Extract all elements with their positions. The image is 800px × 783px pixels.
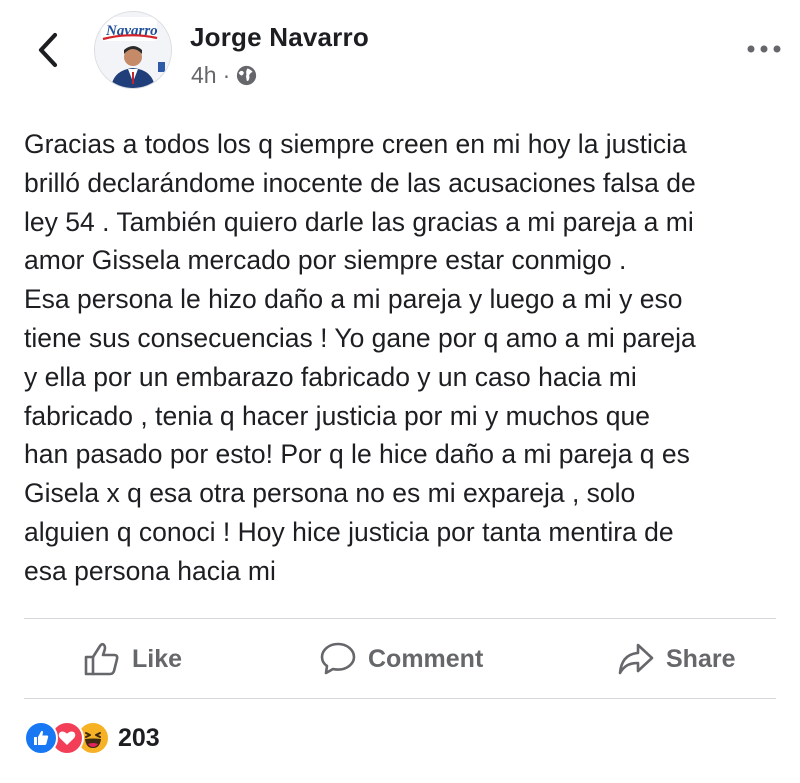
post-meta: 4h ·: [191, 62, 257, 89]
chevron-left-icon: [38, 32, 58, 68]
divider: [24, 618, 776, 619]
reactions-summary[interactable]: 203: [24, 721, 160, 755]
post-time[interactable]: 4h: [191, 62, 217, 89]
comment-button[interactable]: Comment: [320, 636, 483, 682]
share-arrow-icon: [618, 643, 654, 675]
comment-icon: [320, 642, 356, 675]
more-options-button[interactable]: [742, 34, 786, 64]
avatar[interactable]: Navarro: [94, 11, 172, 89]
more-icon: [747, 45, 781, 53]
back-button[interactable]: [28, 30, 68, 70]
share-label: Share: [666, 644, 736, 673]
thumbs-up-icon: [84, 642, 119, 676]
like-label: Like: [132, 644, 183, 673]
avatar-image: Navarro: [95, 12, 171, 88]
post-text: Gracias a todos los q siempre creen en m…: [24, 129, 696, 586]
like-icon: [24, 721, 58, 755]
comment-label: Comment: [368, 644, 484, 673]
reaction-count: 203: [118, 723, 160, 752]
meta-separator: ·: [222, 62, 231, 88]
globe-icon: [237, 65, 257, 86]
divider: [24, 698, 776, 699]
like-button[interactable]: Like: [84, 636, 182, 682]
author-name[interactable]: Jorge Navarro: [190, 22, 369, 53]
share-button[interactable]: Share: [618, 636, 735, 682]
